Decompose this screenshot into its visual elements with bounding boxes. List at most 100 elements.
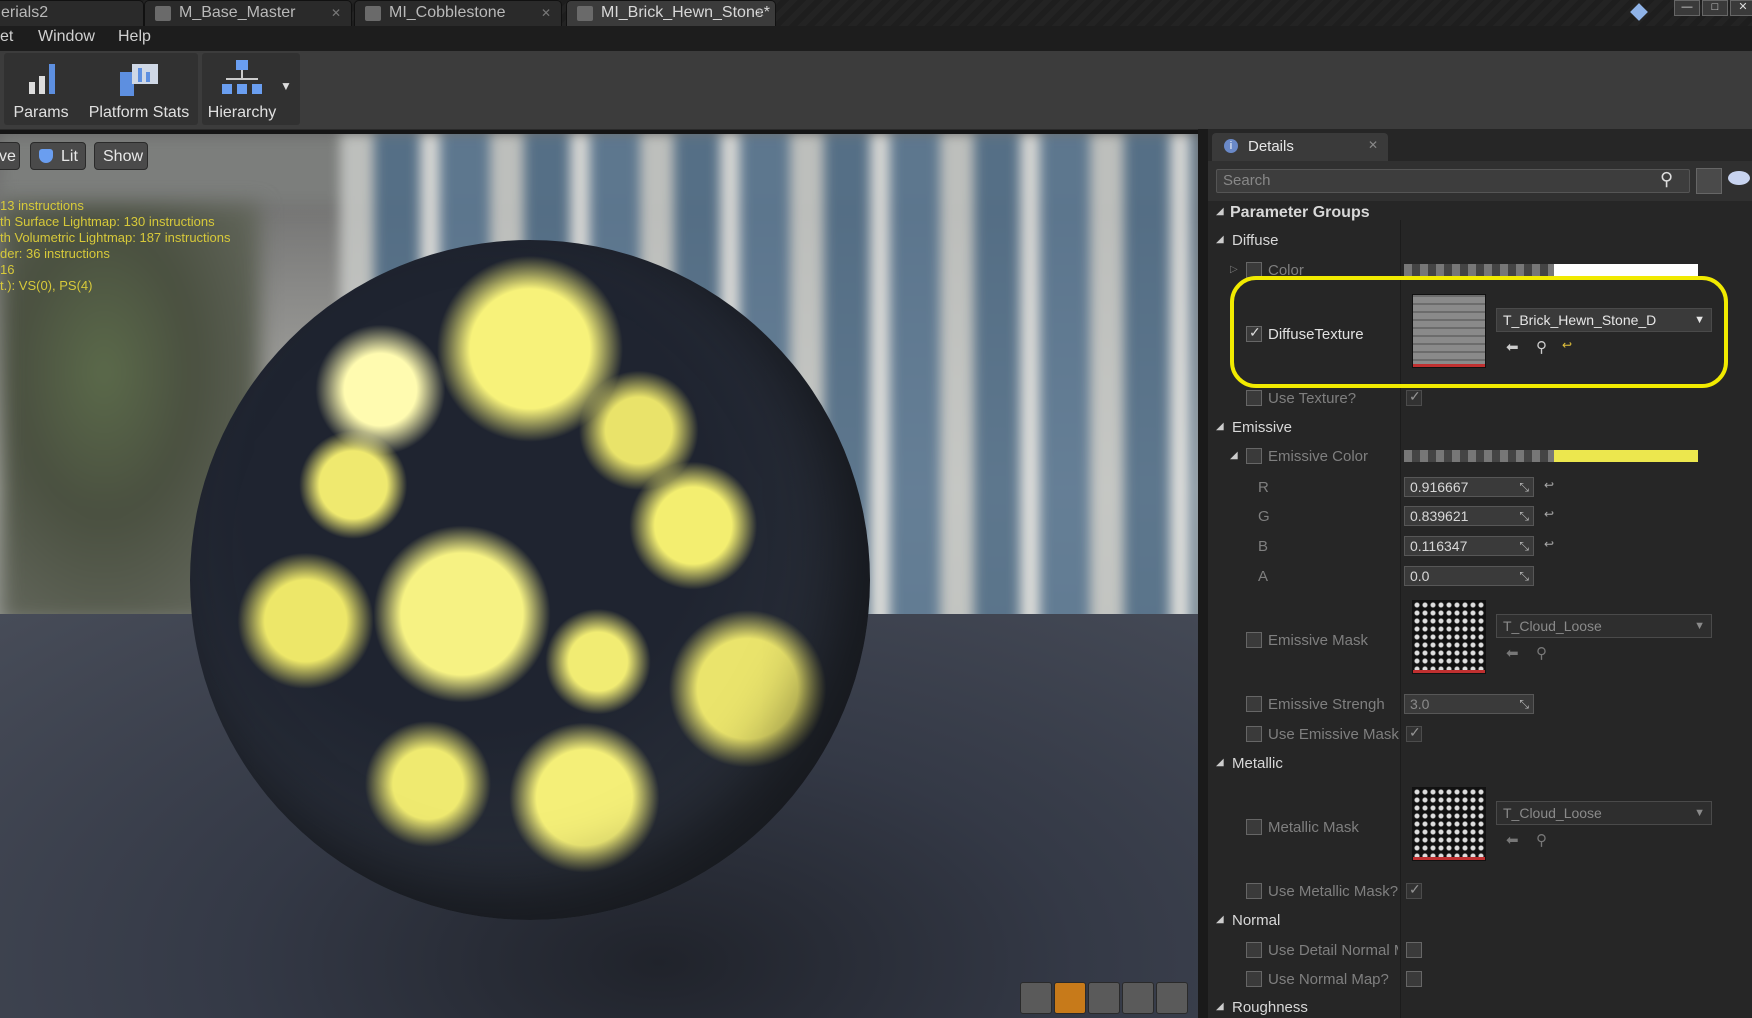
tab-materials[interactable]: erials2 bbox=[0, 0, 144, 26]
menu-asset[interactable]: et bbox=[0, 28, 13, 46]
expand-triangle-icon[interactable]: ◢ bbox=[1216, 421, 1224, 432]
emissive-mask-thumbnail[interactable] bbox=[1412, 600, 1486, 674]
show-button[interactable]: Show bbox=[94, 142, 148, 170]
toolbar: Params Platform Stats Hierarchy ▼ bbox=[0, 51, 1752, 130]
expand-triangle-icon[interactable]: ◢ bbox=[1230, 450, 1238, 461]
maximize-button[interactable]: □ bbox=[1702, 0, 1728, 16]
emissive-color-swatch[interactable] bbox=[1404, 450, 1698, 462]
metallic-mask-combo[interactable]: T_Cloud_Loose ▼ bbox=[1496, 801, 1712, 825]
browse-search-icon[interactable]: ⚲ bbox=[1536, 644, 1547, 662]
emissive-strength-value: 3.0 bbox=[1410, 696, 1430, 712]
hierarchy-label: Hierarchy bbox=[207, 104, 277, 121]
tab-mi-cobblestone[interactable]: MI_Cobblestone ✕ bbox=[354, 0, 562, 26]
emissive-mask-combo[interactable]: T_Cloud_Loose ▼ bbox=[1496, 614, 1712, 638]
eye-icon[interactable] bbox=[1728, 171, 1750, 185]
custom-mesh-preview-icon[interactable] bbox=[1156, 982, 1188, 1014]
search-icon[interactable]: ⚲ bbox=[1660, 169, 1673, 190]
expand-triangle-icon[interactable]: ◢ bbox=[1216, 234, 1224, 245]
emissive-color-checkbox[interactable] bbox=[1246, 448, 1262, 464]
menu-window[interactable]: Window bbox=[38, 28, 95, 46]
use-texture-value-checkbox[interactable] bbox=[1406, 388, 1422, 406]
metallic-mask-thumbnail[interactable] bbox=[1412, 787, 1486, 861]
use-texture-checkbox[interactable] bbox=[1246, 390, 1262, 406]
panel-splitter[interactable] bbox=[1198, 129, 1208, 1018]
minimize-button[interactable]: — bbox=[1674, 0, 1700, 16]
drag-arrows-icon: ⤡ bbox=[1519, 539, 1529, 553]
r-value: 0.916667 bbox=[1410, 479, 1469, 495]
cylinder-preview-icon[interactable] bbox=[1020, 982, 1052, 1014]
b-value-field[interactable]: 0.116347 ⤡ bbox=[1404, 536, 1534, 556]
normal-category: Normal bbox=[1232, 912, 1281, 929]
tab-mi-brick-hewn-stone[interactable]: MI_Brick_Hewn_Stone* ✕ bbox=[566, 0, 776, 26]
close-icon[interactable]: ✕ bbox=[331, 1, 341, 25]
emissive-strength-label: Emissive Strengh bbox=[1268, 696, 1385, 713]
stat-line: 16 bbox=[0, 262, 15, 277]
lit-icon bbox=[39, 149, 53, 163]
use-metallic-mask-checkbox[interactable] bbox=[1246, 883, 1262, 899]
lit-button[interactable]: Lit bbox=[30, 142, 86, 170]
use-normal-map-checkbox[interactable] bbox=[1246, 971, 1262, 987]
material-preview-viewport[interactable]: ve Lit Show 13 instructions th Surface L… bbox=[0, 134, 1198, 1018]
use-normal-map-value-checkbox[interactable] bbox=[1406, 971, 1422, 987]
expand-triangle-icon[interactable]: ◢ bbox=[1216, 1001, 1224, 1012]
stat-line: 13 instructions bbox=[0, 198, 84, 213]
reset-to-default-icon[interactable]: ↩ bbox=[1544, 478, 1554, 492]
close-window-button[interactable]: ✕ bbox=[1730, 0, 1752, 16]
use-metallic-mask-value-checkbox[interactable] bbox=[1406, 881, 1422, 899]
use-selected-arrow-icon[interactable]: ⬅ bbox=[1506, 831, 1519, 849]
tab-m-base-master[interactable]: M_Base_Master ✕ bbox=[144, 0, 352, 26]
b-label: B bbox=[1258, 538, 1269, 555]
hierarchy-button[interactable]: Hierarchy bbox=[204, 54, 280, 124]
parameter-groups-heading: Parameter Groups bbox=[1230, 204, 1370, 221]
use-emissive-mask-value-checkbox[interactable] bbox=[1406, 724, 1422, 742]
emissive-category: Emissive bbox=[1232, 419, 1293, 436]
use-selected-arrow-icon[interactable]: ⬅ bbox=[1506, 644, 1519, 662]
use-detail-normal-value-checkbox[interactable] bbox=[1406, 942, 1422, 958]
drag-arrows-icon: ⤡ bbox=[1519, 509, 1529, 523]
r-value-field[interactable]: 0.916667 ⤡ bbox=[1404, 477, 1534, 497]
expand-triangle-icon[interactable]: ◢ bbox=[1216, 914, 1224, 925]
use-detail-normal-checkbox[interactable] bbox=[1246, 942, 1262, 958]
search-input[interactable]: Search bbox=[1216, 169, 1690, 193]
plane-preview-icon[interactable] bbox=[1088, 982, 1120, 1014]
expand-triangle-icon[interactable]: ◢ bbox=[1216, 757, 1224, 768]
lit-label: Lit bbox=[61, 148, 78, 165]
reset-to-default-icon[interactable]: ↩ bbox=[1544, 507, 1554, 521]
params-button[interactable]: Params bbox=[6, 54, 76, 124]
use-metallic-mask-label: Use Metallic Mask? bbox=[1268, 883, 1399, 900]
g-value-field[interactable]: 0.839621 ⤡ bbox=[1404, 506, 1534, 526]
highlight-annotation bbox=[1230, 276, 1728, 388]
use-emissive-mask-checkbox[interactable] bbox=[1246, 726, 1262, 742]
metallic-mask-checkbox[interactable] bbox=[1246, 819, 1262, 835]
collapsed-triangle-icon[interactable]: ▷ bbox=[1230, 264, 1238, 275]
source-control-icon[interactable] bbox=[1630, 3, 1648, 21]
emissive-strength-checkbox[interactable] bbox=[1246, 696, 1262, 712]
cube-preview-icon[interactable] bbox=[1122, 982, 1154, 1014]
color-swatch[interactable] bbox=[1404, 264, 1698, 276]
params-icon bbox=[29, 64, 55, 94]
g-value: 0.839621 bbox=[1410, 508, 1469, 524]
g-label: G bbox=[1258, 508, 1270, 525]
platform-stats-label: Platform Stats bbox=[88, 104, 190, 121]
view-options-icon[interactable] bbox=[1696, 168, 1722, 194]
r-label: R bbox=[1258, 479, 1269, 496]
details-tab[interactable]: i Details ✕ bbox=[1212, 133, 1388, 161]
browse-search-icon[interactable]: ⚲ bbox=[1536, 831, 1547, 849]
expand-triangle-icon[interactable]: ◢ bbox=[1216, 206, 1224, 217]
emissive-strength-field[interactable]: 3.0 ⤡ bbox=[1404, 694, 1534, 714]
platform-stats-button[interactable]: Platform Stats bbox=[82, 54, 196, 124]
reset-to-default-icon[interactable]: ↩ bbox=[1544, 537, 1554, 551]
close-icon[interactable]: ✕ bbox=[755, 1, 765, 25]
close-icon[interactable]: ✕ bbox=[1368, 138, 1378, 152]
details-header: Search ⚲ bbox=[1208, 161, 1752, 201]
a-value-field[interactable]: 0.0 ⤡ bbox=[1404, 566, 1534, 586]
view-mode-button[interactable]: ve bbox=[0, 142, 20, 170]
emissive-color-label: Emissive Color bbox=[1268, 448, 1369, 465]
menu-help[interactable]: Help bbox=[118, 28, 151, 46]
diffuse-category: Diffuse bbox=[1232, 232, 1279, 249]
chevron-down-icon[interactable]: ▼ bbox=[280, 79, 292, 93]
close-icon[interactable]: ✕ bbox=[541, 1, 551, 25]
sphere-preview-icon[interactable] bbox=[1054, 982, 1086, 1014]
roughness-category: Roughness bbox=[1232, 999, 1308, 1016]
emissive-mask-checkbox[interactable] bbox=[1246, 632, 1262, 648]
